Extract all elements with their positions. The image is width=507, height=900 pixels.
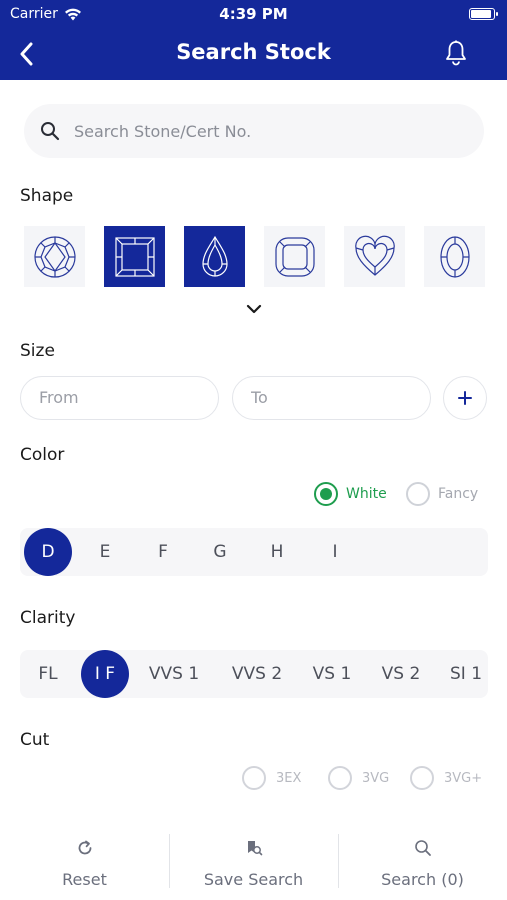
- shape-round[interactable]: [24, 226, 85, 287]
- shape-cushion[interactable]: [264, 226, 325, 287]
- shape-princess[interactable]: [104, 226, 165, 287]
- clarity-grade-row: FL I F VVS 1 VVS 2 VS 1 VS 2 SI 1: [20, 650, 488, 698]
- cut-3vg-radio[interactable]: 3VG: [328, 766, 389, 790]
- size-from-input[interactable]: [39, 388, 189, 407]
- clarity-grade-vs2[interactable]: VS 2: [375, 650, 427, 698]
- size-label: Size: [20, 341, 55, 361]
- color-white-radio[interactable]: White: [314, 482, 387, 506]
- cut-3ex-radio[interactable]: 3EX: [242, 766, 301, 790]
- clarity-grade-si1[interactable]: SI 1: [444, 650, 488, 698]
- color-label: Color: [20, 445, 65, 465]
- radio-unselected-icon: [406, 482, 430, 506]
- color-grade-g[interactable]: G: [205, 528, 235, 576]
- chevron-down-icon: [246, 304, 262, 314]
- clarity-grade-vvs1[interactable]: VVS 1: [144, 650, 204, 698]
- color-grade-i[interactable]: I: [320, 528, 350, 576]
- color-grade-f[interactable]: F: [148, 528, 178, 576]
- search-icon: [41, 122, 60, 141]
- round-diamond-icon: [33, 235, 76, 278]
- navigation-bar: Search Stock: [0, 28, 507, 80]
- radio-unselected-icon: [328, 766, 352, 790]
- color-white-label: White: [346, 486, 387, 502]
- color-grade-row: D E F G H I: [20, 528, 488, 576]
- color-grade-d[interactable]: D: [24, 528, 72, 576]
- clock: 4:39 PM: [219, 5, 288, 23]
- shape-oval[interactable]: [424, 226, 485, 287]
- save-search-icon: [244, 838, 264, 858]
- color-fancy-label: Fancy: [438, 486, 479, 502]
- search-button[interactable]: Search (0): [338, 828, 507, 900]
- refresh-icon: [75, 838, 95, 858]
- heart-diamond-icon: [354, 235, 395, 276]
- notification-button[interactable]: [441, 38, 471, 68]
- page-title: Search Stock: [176, 40, 331, 64]
- color-grade-h[interactable]: H: [262, 528, 292, 576]
- radio-selected-icon: [314, 482, 338, 506]
- bell-icon: [446, 40, 466, 66]
- clarity-grade-fl[interactable]: FL: [28, 650, 68, 698]
- plus-icon: [458, 391, 472, 405]
- expand-shapes-button[interactable]: [241, 299, 267, 319]
- cut-3vg-label: 3VG: [362, 770, 390, 786]
- clarity-grade-vs1[interactable]: VS 1: [306, 650, 358, 698]
- shape-heart[interactable]: [344, 226, 405, 287]
- bottom-action-bar: Reset Save Search Search (0): [0, 828, 507, 900]
- clarity-grade-vvs2[interactable]: VVS 2: [226, 650, 288, 698]
- color-grade-e[interactable]: E: [90, 528, 120, 576]
- shape-pear[interactable]: [184, 226, 245, 287]
- radio-unselected-icon: [242, 766, 266, 790]
- clarity-grade-if[interactable]: I F: [81, 650, 129, 698]
- size-to-input[interactable]: [251, 388, 401, 407]
- cushion-diamond-icon: [274, 236, 315, 277]
- search-input[interactable]: [74, 121, 434, 141]
- search-bar[interactable]: [24, 104, 484, 158]
- cut-3vgplus-radio[interactable]: 3VG+: [410, 766, 482, 790]
- search-icon: [413, 838, 433, 858]
- size-from-field[interactable]: [20, 376, 219, 420]
- princess-diamond-icon: [114, 236, 155, 277]
- save-search-button[interactable]: Save Search: [169, 828, 338, 900]
- size-to-field[interactable]: [232, 376, 431, 420]
- cut-3vgplus-label: 3VG+: [444, 770, 483, 786]
- cut-label: Cut: [20, 730, 50, 750]
- shape-label: Shape: [20, 186, 74, 206]
- clarity-label: Clarity: [20, 608, 76, 628]
- add-size-button[interactable]: [443, 376, 487, 420]
- pear-diamond-icon: [201, 235, 228, 277]
- reset-button[interactable]: Reset: [0, 828, 169, 900]
- save-search-label: Save Search: [203, 870, 304, 889]
- radio-unselected-icon: [410, 766, 434, 790]
- cut-3ex-label: 3EX: [276, 770, 302, 786]
- oval-diamond-icon: [439, 235, 470, 278]
- reset-label: Reset: [62, 870, 107, 889]
- shape-selector: [24, 226, 504, 288]
- status-bar: Carrier 4:39 PM: [0, 0, 507, 28]
- battery-icon: [469, 8, 498, 20]
- color-fancy-radio[interactable]: Fancy: [406, 482, 478, 506]
- search-label: Search (0): [381, 870, 464, 889]
